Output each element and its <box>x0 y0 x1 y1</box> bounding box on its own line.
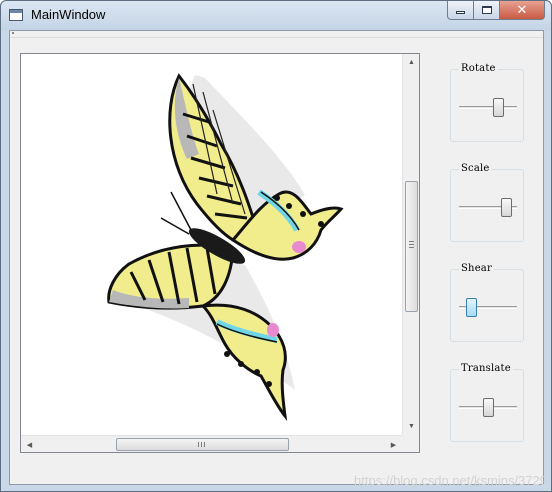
scroll-right-arrow-icon[interactable]: ▶ <box>385 436 402 453</box>
window-title: MainWindow <box>31 7 106 22</box>
translate-slider-handle[interactable] <box>483 398 494 417</box>
shear-slider-handle[interactable] <box>466 298 477 317</box>
maximize-button[interactable] <box>474 1 500 20</box>
close-button[interactable]: ✕ <box>500 1 545 20</box>
scale-slider[interactable] <box>459 198 517 218</box>
shear-groupbox: Shear <box>450 263 524 342</box>
slider-track <box>459 106 517 109</box>
vertical-scroll-thumb[interactable] <box>405 181 418 312</box>
rotate-groupbox: Rotate <box>450 63 524 142</box>
title-bar[interactable]: MainWindow ✕ <box>1 1 551 30</box>
rotate-slider[interactable] <box>459 98 517 118</box>
scale-slider-handle[interactable] <box>501 198 512 217</box>
close-icon: ✕ <box>516 2 528 17</box>
graphics-view[interactable]: ▲ ▼ ◀ ▶ <box>20 53 420 453</box>
shear-label: Shear <box>459 263 494 274</box>
translate-groupbox: Translate <box>450 363 524 442</box>
minimize-button[interactable] <box>447 1 474 20</box>
minimize-icon <box>456 11 465 14</box>
window-controls: ✕ <box>447 1 545 21</box>
scale-label: Scale <box>459 163 492 174</box>
translate-label: Translate <box>459 363 513 374</box>
watermark-text: https://blog.csdn.net/ksmins/3729 <box>354 473 547 488</box>
horizontal-scrollbar[interactable]: ◀ ▶ <box>21 435 402 452</box>
rotate-label: Rotate <box>459 63 498 74</box>
translate-slider[interactable] <box>459 398 517 418</box>
maximize-icon <box>481 6 492 14</box>
horizontal-scroll-thumb[interactable] <box>116 438 289 451</box>
scroll-up-arrow-icon[interactable]: ▲ <box>403 54 420 71</box>
rotate-slider-handle[interactable] <box>493 98 504 117</box>
scroll-down-arrow-icon[interactable]: ▼ <box>403 418 420 435</box>
main-window: MainWindow ✕ ▲ ▼ ◀ ▶ Rotate Scale Shear … <box>0 0 552 492</box>
central-widget: ▲ ▼ ◀ ▶ Rotate Scale Shear Translate <box>9 30 544 485</box>
vertical-scrollbar[interactable]: ▲ ▼ <box>402 54 419 435</box>
shear-slider[interactable] <box>459 298 517 318</box>
menu-bar[interactable] <box>10 31 543 38</box>
scroll-left-arrow-icon[interactable]: ◀ <box>21 436 38 453</box>
scroll-corner <box>402 435 419 452</box>
grip-icon <box>409 241 414 249</box>
menu-grip-icon <box>12 32 14 34</box>
app-window-icon <box>9 9 23 21</box>
view-canvas <box>21 54 402 435</box>
grip-icon <box>198 442 206 447</box>
scale-groupbox: Scale <box>450 163 524 242</box>
butterfly-image <box>107 73 344 422</box>
